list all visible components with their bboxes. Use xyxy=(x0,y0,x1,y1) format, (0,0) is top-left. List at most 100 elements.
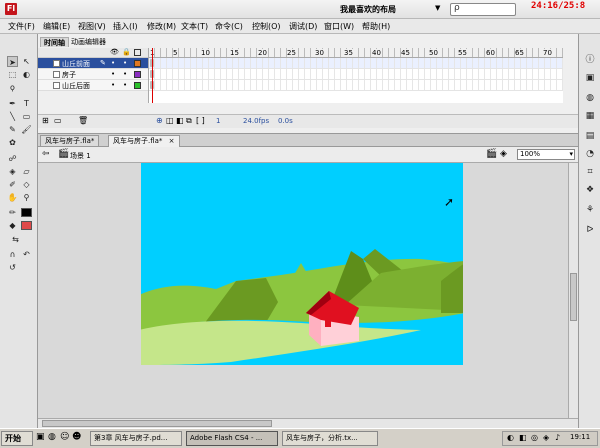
align-icon[interactable]: ▤ xyxy=(583,130,597,142)
stroke-color-swatch[interactable] xyxy=(21,208,32,217)
fill-color-icon[interactable]: ◆ xyxy=(7,220,18,231)
motion-presets-icon[interactable]: ⚘ xyxy=(583,204,597,216)
stage-area[interactable]: ➚ xyxy=(38,163,568,418)
frame-grid[interactable]: 1 5 10 15 20 25 30 35 40 45 50 55 60 65 … xyxy=(148,48,563,103)
tab-timeline[interactable]: 时间轴 xyxy=(40,37,69,47)
components-icon[interactable]: ❖ xyxy=(583,184,597,196)
stroke-color-icon[interactable]: ✏ xyxy=(7,207,18,218)
menu-modify[interactable]: 修改(M) xyxy=(147,21,176,32)
tray-icon[interactable]: ◎ xyxy=(531,433,538,442)
delete-layer-icon[interactable]: 🗑 xyxy=(78,116,88,125)
back-arrow-icon[interactable]: ⇦ xyxy=(42,149,50,159)
menu-text[interactable]: 文本(T) xyxy=(181,21,208,32)
media-icon[interactable]: ☻ xyxy=(72,432,81,442)
document-tab[interactable]: 风车与房子.fla* xyxy=(40,135,100,147)
playhead[interactable] xyxy=(152,48,153,103)
text-tool-icon[interactable]: T xyxy=(21,98,32,109)
menu-commands[interactable]: 命令(C) xyxy=(215,21,243,32)
layer-color-swatch[interactable] xyxy=(134,82,141,89)
browser-icon[interactable]: ◍ xyxy=(48,432,56,442)
menu-window[interactable]: 窗口(W) xyxy=(324,21,354,32)
layer-color-swatch[interactable] xyxy=(134,71,141,78)
layer-row[interactable]: 房子 • • xyxy=(38,69,148,80)
transform-icon[interactable]: ⌗ xyxy=(583,166,597,178)
menu-control[interactable]: 控制(O) xyxy=(252,21,281,32)
3d-rotation-tool-icon[interactable]: ◐ xyxy=(21,69,32,80)
edit-multiple-frames-icon[interactable]: ⧉ xyxy=(186,116,192,126)
eraser-tool-icon[interactable]: ▱ xyxy=(21,166,32,177)
subselection-tool-icon[interactable]: ↖ xyxy=(21,56,32,67)
onion-markers-icon[interactable]: [ ] xyxy=(196,116,205,125)
layer-row[interactable]: 山丘后面 • • xyxy=(38,80,148,91)
chevron-down-icon[interactable]: ▼ xyxy=(435,4,440,12)
lock-icon[interactable]: 🔒 xyxy=(122,48,131,56)
scroll-thumb[interactable] xyxy=(42,420,272,427)
taskbar-item-active[interactable]: Adobe Flash CS4 - ... xyxy=(186,431,278,446)
menu-edit[interactable]: 编辑(E) xyxy=(43,21,70,32)
free-transform-tool-icon[interactable]: ⬚ xyxy=(7,69,18,80)
actions-icon[interactable]: ᐅ xyxy=(583,224,597,236)
menu-help[interactable]: 帮助(H) xyxy=(362,21,390,32)
qq-icon[interactable]: ☺ xyxy=(60,432,69,442)
frame-rate[interactable]: 24.0fps xyxy=(243,117,269,125)
visibility-dot[interactable]: • xyxy=(111,70,115,78)
selection-tool-icon[interactable]: ➤ xyxy=(7,56,18,67)
frame-row[interactable] xyxy=(149,80,563,91)
layer-color-swatch[interactable] xyxy=(134,60,141,67)
deco-tool-icon[interactable]: ✿ xyxy=(7,137,18,148)
taskbar-item[interactable]: 风车与房子，分析.tx... xyxy=(282,431,378,446)
outline-icon[interactable] xyxy=(134,49,141,56)
eyedropper-tool-icon[interactable]: ✐ xyxy=(7,179,18,190)
visibility-dot[interactable]: • xyxy=(111,81,115,89)
swatches-icon[interactable]: ▦ xyxy=(583,110,597,122)
vertical-scrollbar[interactable] xyxy=(568,163,578,418)
close-icon[interactable]: × xyxy=(169,137,175,145)
tab-motion-editor[interactable]: 动画编辑器 xyxy=(68,37,109,47)
edit-scene-icon[interactable]: 🎬 xyxy=(486,149,497,159)
layer-row[interactable]: 山丘前面 ✎ • • xyxy=(38,58,148,69)
document-tab-active[interactable]: 风车与房子.fla* × xyxy=(108,135,180,147)
lock-dot[interactable]: • xyxy=(123,81,127,89)
edit-symbol-icon[interactable]: ◈ xyxy=(500,149,507,159)
stage-canvas[interactable] xyxy=(141,163,463,365)
tray-icon[interactable]: ◐ xyxy=(507,433,514,442)
scene-label[interactable]: 场景 1 xyxy=(70,151,91,161)
zoom-select[interactable]: 100% ▾ xyxy=(517,149,575,160)
visibility-dot[interactable]: • xyxy=(111,59,115,67)
center-frame-icon[interactable]: ⊕ xyxy=(156,116,163,125)
menu-file[interactable]: 文件(F) xyxy=(8,21,35,32)
menu-insert[interactable]: 插入(I) xyxy=(113,21,138,32)
straighten-icon[interactable]: ↺ xyxy=(7,262,18,273)
workspace-layout-dropdown[interactable]: 我最喜欢的布局 xyxy=(340,4,396,15)
frame-ruler[interactable]: 1 5 10 15 20 25 30 35 40 45 50 55 60 65 … xyxy=(149,48,563,58)
new-folder-icon[interactable]: ▭ xyxy=(54,116,62,125)
snap-to-objects-icon[interactable]: ∩ xyxy=(7,249,18,260)
brush-tool-icon[interactable]: 🖌 xyxy=(21,124,32,135)
eraser-alt-tool-icon[interactable]: ◇ xyxy=(21,179,32,190)
new-layer-icon[interactable]: ⊞ xyxy=(42,116,49,125)
rectangle-tool-icon[interactable]: ▭ xyxy=(21,111,32,122)
hand-tool-icon[interactable]: ✋ xyxy=(7,192,18,203)
lock-dot[interactable]: • xyxy=(123,70,127,78)
line-tool-icon[interactable]: ╲ xyxy=(7,111,18,122)
clock[interactable]: 19:11 xyxy=(570,433,590,441)
tray-icon[interactable]: ◧ xyxy=(519,433,527,442)
menu-debug[interactable]: 调试(D) xyxy=(289,21,317,32)
scroll-thumb[interactable] xyxy=(570,273,577,321)
menu-view[interactable]: 视图(V) xyxy=(78,21,106,32)
smooth-icon[interactable]: ↶ xyxy=(21,249,32,260)
taskbar-item[interactable]: 第3章 风车与房子.pd... xyxy=(90,431,182,446)
frame-row[interactable] xyxy=(149,69,563,80)
library-icon[interactable]: ▣ xyxy=(583,72,597,84)
info-icon[interactable]: ◔ xyxy=(583,148,597,160)
eye-icon[interactable]: 👁 xyxy=(110,48,119,56)
volume-icon[interactable]: ♪ xyxy=(555,433,560,442)
tray-icon[interactable]: ◈ xyxy=(543,433,549,442)
pen-tool-icon[interactable]: ✒ xyxy=(7,98,18,109)
chevron-down-icon[interactable]: ▾ xyxy=(569,150,573,159)
properties-icon[interactable]: ⓘ xyxy=(583,54,597,66)
lock-dot[interactable]: • xyxy=(123,59,127,67)
bone-tool-icon[interactable]: ☍ xyxy=(7,153,18,164)
frame-row[interactable] xyxy=(149,58,563,69)
horizontal-scrollbar[interactable] xyxy=(38,418,578,428)
